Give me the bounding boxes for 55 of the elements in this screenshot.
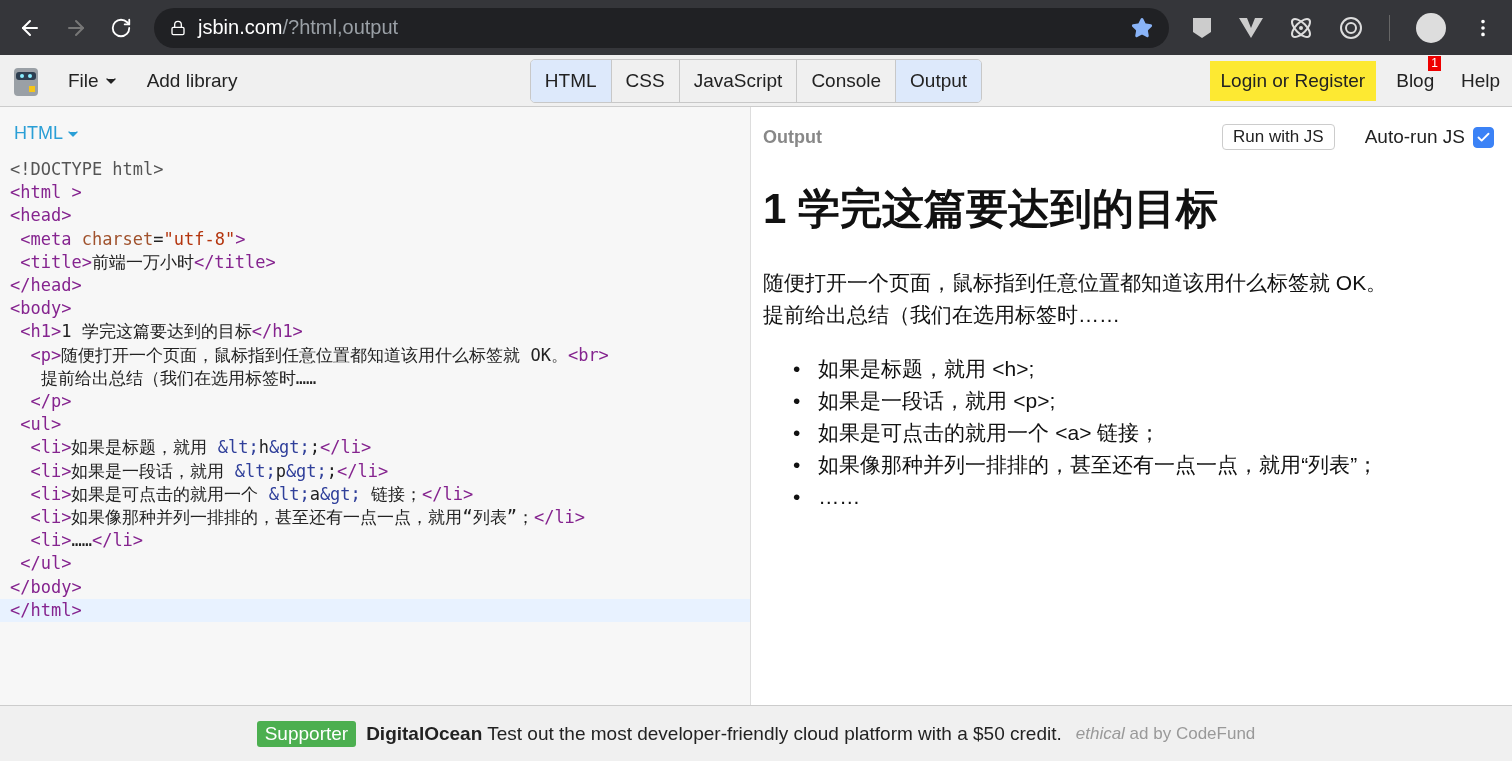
list-item: 如果是标题，就用 <h>; (818, 356, 1035, 382)
list-item: 如果像那种并列一排排的，甚至还有一点一点，就用“列表”； (818, 452, 1379, 478)
code-line: </ul> (19, 552, 73, 576)
code-line: <li>……</li> (29, 529, 145, 553)
ad-text[interactable]: DigitalOcean Test out the most developer-friendly cloud platform with a $50 credit. (366, 722, 1062, 745)
lock-icon (170, 19, 186, 36)
help-link[interactable]: Help (1460, 69, 1500, 92)
menu-button[interactable]: Add library (146, 69, 238, 92)
bullet: • (793, 452, 801, 478)
star-icon[interactable] (1131, 16, 1153, 39)
supporter-badge: Supporter (256, 720, 357, 747)
autorun-checkbox[interactable] (1473, 126, 1494, 148)
panel-tab[interactable]: Output (896, 59, 982, 102)
profile-avatar[interactable] (1416, 12, 1446, 43)
code-line: <ul> (19, 413, 63, 437)
notification-badge: 1 (1428, 55, 1441, 71)
paragraph: 随便打开一个页面，鼠标指到任意位置都知道该用什么标签就 OK。 提前给出总结（我们在选用标签时…… (763, 270, 1389, 328)
bullet: • (793, 484, 801, 510)
code-line: <p>随便打开一个页面，鼠标指到任意位置都知道该用什么标签就 OK。<br> (29, 343, 610, 367)
target-icon[interactable] (1339, 15, 1363, 40)
panel-tab[interactable]: HTML (530, 59, 612, 102)
page-heading: 1 学完这篇要达到的目标 (763, 184, 1220, 234)
checkbox-label: Auto-run JS (1364, 126, 1465, 148)
bullet: • (793, 420, 801, 446)
blog-link[interactable]: Blog (1396, 69, 1435, 92)
run-button[interactable]: Run with JS (1221, 124, 1335, 150)
shield-icon[interactable] (1191, 15, 1213, 40)
login-button[interactable]: Login or Register (1209, 60, 1377, 101)
menu-button[interactable]: File (68, 69, 119, 92)
code-line: <html > (9, 181, 83, 205)
list-item: 如果是一段话，就用 <p>; (818, 388, 1056, 414)
list-item: …… (818, 484, 861, 510)
v-icon[interactable] (1239, 17, 1263, 38)
code-line: <!DOCTYPE html> (9, 158, 165, 181)
code-line: <h1>1 学完这篇要达到的目标</h1> (19, 320, 304, 344)
code-line: <title>前端一万小时</title> (19, 250, 277, 274)
reload-icon[interactable] (110, 16, 132, 39)
code-line: </body> (9, 575, 83, 599)
code-line: <li>如果像那种并列一排排的，甚至还有一点一点，就用“列表”；</li> (29, 506, 587, 530)
code-line: </head> (9, 274, 83, 297)
code-line: <body> (9, 297, 73, 321)
code-line: <li>如果是可点击的就用一个 &lt;a&gt; 链接；</li> (29, 482, 475, 506)
url-text: jsbin.com/?html,output (198, 16, 400, 39)
atom-icon[interactable] (1289, 15, 1313, 40)
code-line: <meta charset="utf-8"> (19, 227, 247, 251)
code-line: <head> (9, 204, 73, 228)
code-line: </p> (29, 390, 73, 414)
address-bar[interactable]: jsbin.com/?html,output (154, 7, 1169, 48)
panel-title: Output (763, 126, 823, 148)
code-line: <li>如果是一段话，就用 &lt;p&gt;;</li> (29, 459, 390, 483)
bullet: • (793, 356, 801, 382)
bullet: • (793, 388, 801, 414)
list-item: 如果是可点击的就用一个 <a> 链接； (818, 420, 1161, 446)
code-line: 提前给出总结（我们在选用标签时…… (39, 366, 318, 390)
code-line: <li>如果是标题，就用 &lt;h&gt;;</li> (29, 436, 373, 460)
